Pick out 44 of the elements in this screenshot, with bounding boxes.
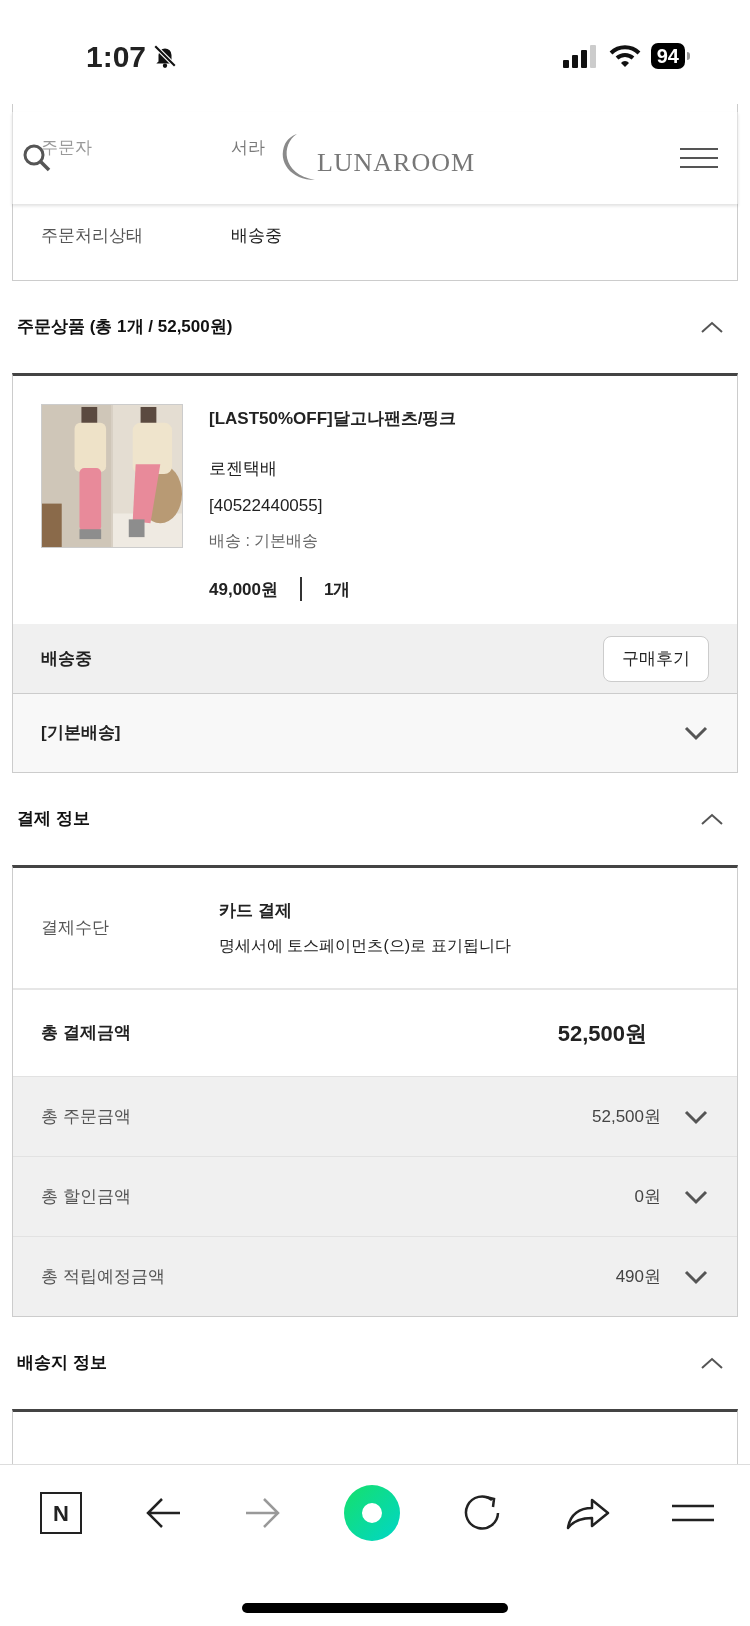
shipping-group-label: [기본배송]	[41, 722, 121, 745]
logo[interactable]: LUNAROOM	[276, 132, 476, 184]
review-button[interactable]: 구매후기	[603, 635, 709, 682]
product-quantity: 1개	[324, 578, 351, 601]
expand-chevron-icon[interactable]	[683, 1188, 709, 1205]
amount-value: 52,500원	[592, 1105, 661, 1128]
signal-icon	[562, 44, 599, 68]
n-key-button[interactable]: N	[40, 1492, 82, 1534]
tracking-number[interactable]: [40522440055]	[209, 493, 457, 519]
shipping-method: 배송 : 기본배송	[209, 530, 320, 551]
collapse-chevron-icon[interactable]	[699, 1355, 725, 1371]
field-label: 주문처리상태	[41, 225, 144, 248]
carrier-name: 로젠택배	[209, 457, 278, 480]
field-value: 서라	[231, 137, 265, 160]
total-label: 총 결제금액	[41, 1022, 131, 1045]
payment-method: 카드 결제	[219, 900, 293, 923]
expand-chevron-icon[interactable]	[683, 725, 709, 741]
product-name[interactable]: [LAST50%OFF]달고나팬츠/핑크	[209, 406, 457, 432]
wifi-icon	[608, 44, 641, 68]
payment-note: 명세서에 토스페이먼츠(으)로 표기됩니다	[219, 935, 511, 956]
section-title: 배송지 정보	[17, 1352, 107, 1375]
amount-label: 총 적립예정금액	[41, 1265, 166, 1288]
battery-indicator: 94	[650, 43, 685, 69]
amount-label: 총 할인금액	[41, 1185, 132, 1208]
section-title: 결제 정보	[17, 808, 90, 831]
field-label: 주문자	[41, 137, 93, 160]
product-price: 49,000원	[209, 578, 278, 601]
amount-value: 490원	[615, 1265, 661, 1288]
amount-label: 총 주문금액	[41, 1105, 132, 1128]
delivery-status: 배송중	[41, 647, 92, 670]
expand-chevron-icon[interactable]	[683, 1268, 709, 1285]
section-title: 주문상품 (총 1개 / 52,500원)	[17, 316, 233, 339]
amount-value: 0원	[634, 1185, 661, 1208]
menu-icon[interactable]	[672, 1504, 714, 1522]
expand-chevron-icon[interactable]	[683, 1108, 709, 1125]
collapse-chevron-icon[interactable]	[699, 811, 725, 827]
collapse-chevron-icon[interactable]	[699, 319, 725, 335]
field-value: 배송중	[231, 225, 282, 248]
menu-icon[interactable]	[680, 147, 718, 169]
bell-off-icon	[152, 43, 179, 69]
total-amount: 52,500원	[557, 1019, 647, 1048]
back-arrow-icon[interactable]	[144, 1496, 182, 1530]
field-label: 결제수단	[41, 917, 110, 940]
clock: 1:07	[86, 38, 147, 75]
